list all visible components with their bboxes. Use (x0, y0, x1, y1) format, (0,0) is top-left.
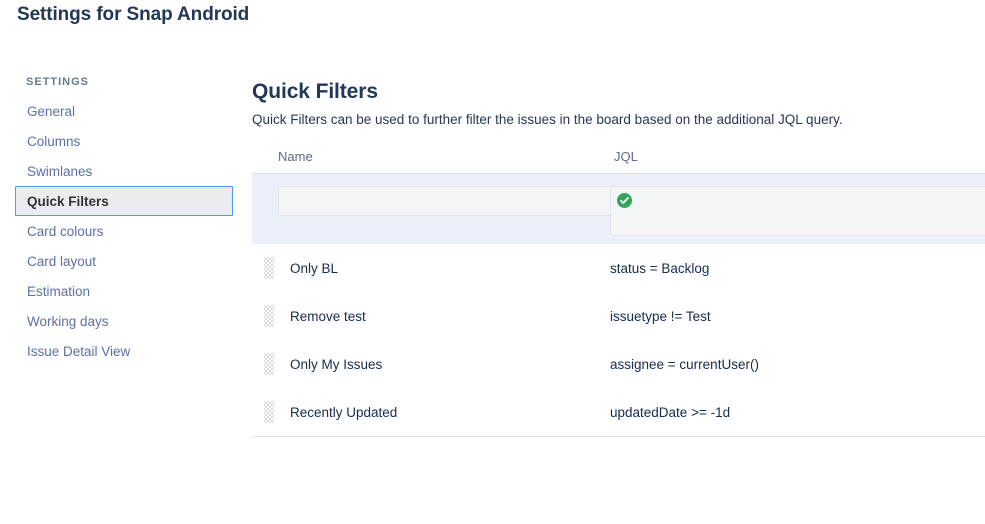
drag-handle-icon[interactable] (264, 257, 274, 279)
sidebar-item-card-layout[interactable]: Card layout (0, 246, 236, 276)
sidebar-item-estimation[interactable]: Estimation (0, 276, 236, 306)
column-header-name: Name (278, 149, 313, 164)
table-row[interactable]: Remove test issuetype != Test (252, 292, 985, 340)
new-filter-name-input[interactable] (278, 186, 618, 216)
row-name-cell: Recently Updated (252, 401, 610, 423)
column-header-jql: JQL (614, 149, 638, 164)
settings-sidebar: SETTINGS General Columns Swimlanes Quick… (0, 72, 236, 366)
page-title: Settings for Snap Android (17, 4, 250, 25)
drag-handle-icon[interactable] (264, 353, 274, 375)
filter-jql: issuetype != Test (610, 308, 711, 324)
check-circle-icon (617, 193, 632, 208)
section-description: Quick Filters can be used to further fil… (252, 112, 843, 127)
row-name-cell: Only My Issues (252, 353, 610, 375)
filter-name: Only My Issues (290, 356, 383, 372)
section-title: Quick Filters (252, 80, 378, 103)
table-row[interactable]: Only BL status = Backlog (252, 244, 985, 292)
table-header-row: Name JQL (252, 149, 985, 174)
row-name-cell: Only BL (252, 257, 610, 279)
new-quick-filter-row (252, 174, 985, 244)
sidebar-heading: SETTINGS (26, 76, 90, 88)
sidebar-item-swimlanes[interactable]: Swimlanes (0, 156, 236, 186)
new-filter-jql-input[interactable] (619, 193, 985, 213)
filter-jql: assignee = currentUser() (610, 356, 759, 372)
settings-page: Settings for Snap Android SETTINGS Gener… (0, 0, 985, 524)
filter-name: Recently Updated (290, 404, 398, 420)
row-name-cell: Remove test (252, 305, 610, 327)
table-row[interactable]: Only My Issues assignee = currentUser() (252, 340, 985, 388)
sidebar-item-columns[interactable]: Columns (0, 126, 236, 156)
sidebar-item-quick-filters[interactable]: Quick Filters (15, 186, 233, 216)
quick-filter-rows: Only BL status = Backlog Remove test iss… (252, 244, 985, 437)
filter-name: Remove test (290, 308, 366, 324)
quick-filters-table: Name JQL Only BL status = Backlog Remove… (252, 149, 985, 437)
filter-jql: updatedDate >= -1d (610, 404, 731, 420)
new-filter-jql-cell (610, 186, 985, 236)
drag-handle-icon[interactable] (264, 401, 274, 423)
new-filter-name-cell (252, 186, 618, 216)
sidebar-nav-list: General Columns Swimlanes Quick Filters … (0, 96, 236, 366)
sidebar-item-card-colours[interactable]: Card colours (0, 216, 236, 246)
filter-jql: status = Backlog (610, 260, 710, 276)
main-content: Quick Filters Quick Filters can be used … (252, 80, 985, 437)
new-filter-jql-input-wrapper[interactable] (610, 186, 985, 236)
sidebar-item-general[interactable]: General (0, 96, 236, 126)
filter-name: Only BL (290, 260, 339, 276)
sidebar-item-issue-detail-view[interactable]: Issue Detail View (0, 336, 236, 366)
sidebar-item-working-days[interactable]: Working days (0, 306, 236, 336)
drag-handle-icon[interactable] (264, 305, 274, 327)
table-row[interactable]: Recently Updated updatedDate >= -1d (252, 388, 985, 436)
